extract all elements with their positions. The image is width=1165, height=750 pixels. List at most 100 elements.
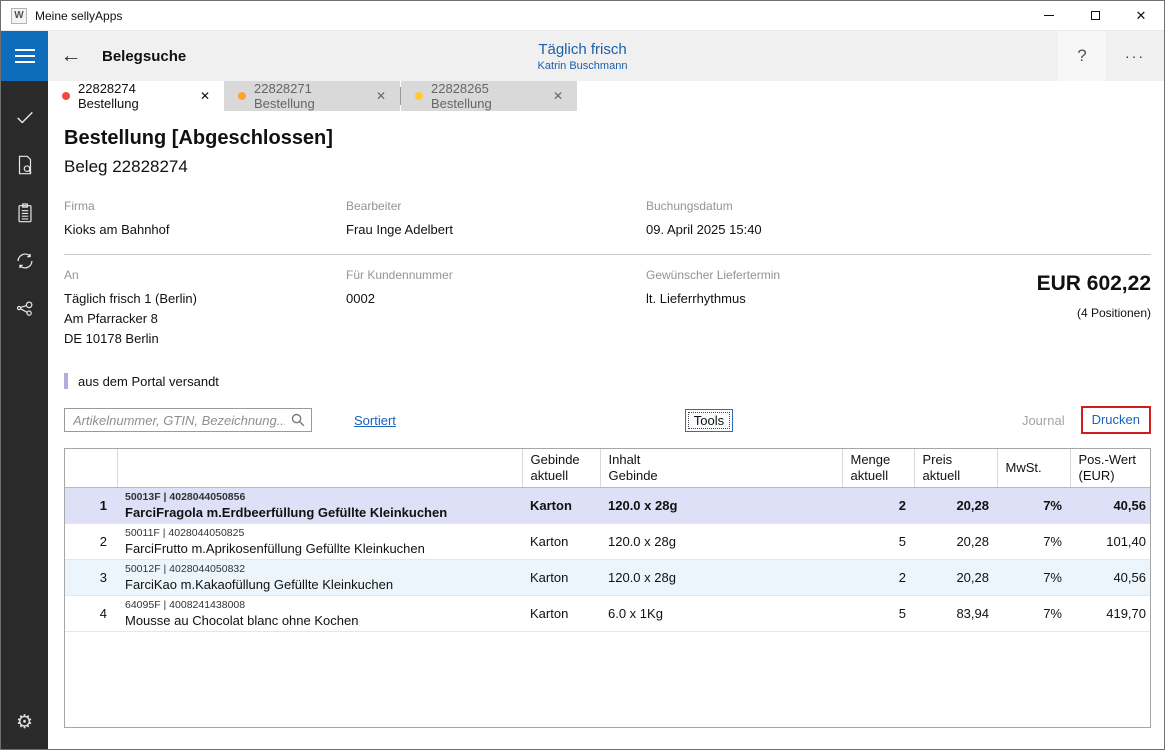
tab-label: 22828274 Bestellung [78, 81, 196, 111]
close-icon: ✕ [1136, 9, 1147, 22]
help-button[interactable]: ? [1058, 31, 1106, 81]
address-line: Am Pfarracker 8 [64, 309, 346, 329]
table-header-row: Gebinde aktuell Inhalt Gebinde Menge akt… [65, 449, 1151, 488]
sidebar-item-settings[interactable]: ⚙ [1, 703, 48, 750]
app-title: Meine sellyApps [35, 9, 122, 23]
drucken-highlight-box[interactable]: Drucken [1081, 406, 1151, 434]
article-toolbar: Sortiert Tools Journal Drucken [64, 407, 1151, 433]
badge-text: aus dem Portal versandt [78, 374, 219, 389]
minimize-button[interactable] [1026, 1, 1072, 30]
portal-badge: aus dem Portal versandt [64, 373, 1151, 389]
tab-bestellung-22828271[interactable]: 22828271 Bestellung ✕ [224, 81, 400, 111]
order-total-block: EUR 602,22 (4 Positionen) [941, 268, 1151, 349]
header-customer-block: Täglich frisch Katrin Buschmann [538, 31, 628, 81]
window-controls: ✕ [1026, 1, 1164, 30]
sidebar: ⚙ [1, 81, 48, 750]
journal-button[interactable]: Journal [1022, 413, 1065, 428]
back-button[interactable]: ← [48, 31, 94, 81]
fields-row-2: An Täglich frisch 1 (Berlin) Am Pfarrack… [64, 268, 941, 349]
mwst-cell: 7% [997, 596, 1070, 632]
gebinde-cell: Karton [522, 488, 600, 524]
app-header: ← Belegsuche Täglich frisch Katrin Busch… [1, 31, 1164, 81]
badge-bar-icon [64, 373, 68, 389]
wert-cell: 40,56 [1070, 560, 1151, 596]
article-cell: 64095F | 4008241438008 Mousse au Chocola… [117, 596, 522, 632]
search-icon [290, 412, 306, 433]
table-row[interactable]: 1 50013F | 4028044050856 FarciFragola m.… [65, 488, 1151, 524]
tab-bestellung-22828274[interactable]: 22828274 Bestellung ✕ [48, 81, 224, 111]
field-value: Frau Inge Adelbert [346, 220, 646, 240]
tab-bar: 22828274 Bestellung ✕ 22828271 Bestellun… [48, 81, 1164, 111]
tab-close-icon[interactable]: ✕ [372, 89, 390, 103]
tab-label: 22828265 Bestellung [431, 81, 549, 111]
inhalt-cell: 120.0 x 28g [600, 524, 842, 560]
wert-cell: 40,56 [1070, 488, 1151, 524]
customer-name: Täglich frisch [538, 41, 626, 58]
table-row[interactable]: 3 50012F | 4028044050832 FarciKao m.Kaka… [65, 560, 1151, 596]
menge-cell: 2 [842, 488, 914, 524]
field-label: Bearbeiter [346, 199, 646, 213]
maximize-icon [1091, 11, 1100, 20]
clipboard-icon [14, 202, 36, 224]
hamburger-menu-button[interactable] [1, 31, 48, 81]
article-cell: 50013F | 4028044050856 FarciFragola m.Er… [117, 488, 522, 524]
tools-button[interactable]: Tools [685, 409, 733, 432]
article-name: FarciFragola m.Erdbeerfüllung Gefüllte K… [125, 504, 514, 521]
drucken-button[interactable]: Drucken [1092, 412, 1140, 427]
table-row[interactable]: 2 50011F | 4028044050825 FarciFrutto m.A… [65, 524, 1151, 560]
menge-cell: 5 [842, 524, 914, 560]
app-logo-icon: W [11, 8, 27, 24]
back-arrow-icon: ← [61, 44, 82, 68]
article-name: Mousse au Chocolat blanc ohne Kochen [125, 612, 514, 629]
menge-cell: 2 [842, 560, 914, 596]
close-button[interactable]: ✕ [1118, 1, 1164, 30]
gebinde-cell: Karton [522, 596, 600, 632]
sidebar-item-document-search[interactable] [1, 141, 48, 189]
more-options-button[interactable]: ··· [1106, 31, 1164, 81]
tab-status-dot [415, 92, 423, 100]
col-row-number [65, 449, 117, 488]
tab-close-icon[interactable]: ✕ [549, 89, 567, 103]
menge-cell: 5 [842, 596, 914, 632]
article-code: 50013F | 4028044050856 [125, 491, 514, 504]
header-actions: ? ··· [1058, 31, 1164, 81]
preis-cell: 20,28 [914, 560, 997, 596]
col-pos-wert: Pos.-Wert (EUR) [1070, 449, 1151, 488]
field-value: Kioks am Bahnhof [64, 220, 346, 240]
col-article [117, 449, 522, 488]
sidebar-item-clipboard[interactable] [1, 189, 48, 237]
table-row[interactable]: 4 64095F | 4008241438008 Mousse au Choco… [65, 596, 1151, 632]
field-kundennummer: Für Kundennummer 0002 [346, 268, 646, 349]
article-cell: 50011F | 4028044050825 FarciFrutto m.Apr… [117, 524, 522, 560]
article-code: 50011F | 4028044050825 [125, 527, 514, 540]
article-code: 64095F | 4008241438008 [125, 599, 514, 612]
wert-cell: 101,40 [1070, 524, 1151, 560]
col-inhalt: Inhalt Gebinde [600, 449, 842, 488]
field-liefertermin: Gewünscher Liefertermin lt. Lieferrhythm… [646, 268, 941, 349]
gebinde-cell: Karton [522, 524, 600, 560]
gebinde-cell: Karton [522, 560, 600, 596]
tab-close-icon[interactable]: ✕ [196, 89, 214, 103]
article-cell: 50012F | 4028044050832 FarciKao m.Kakaof… [117, 560, 522, 596]
tab-bestellung-22828265[interactable]: 22828265 Bestellung ✕ [401, 81, 577, 111]
positions-table: Gebinde aktuell Inhalt Gebinde Menge akt… [64, 448, 1151, 728]
inhalt-cell: 120.0 x 28g [600, 488, 842, 524]
main-area: 22828274 Bestellung ✕ 22828271 Bestellun… [48, 81, 1164, 750]
maximize-button[interactable] [1072, 1, 1118, 30]
sidebar-item-sync[interactable] [1, 237, 48, 285]
positions-count: (4 Positionen) [941, 306, 1151, 320]
document-number: Beleg 22828274 [64, 157, 1151, 177]
sidebar-item-tasks[interactable] [1, 93, 48, 141]
sidebar-item-share[interactable] [1, 285, 48, 333]
row-number: 4 [65, 596, 117, 632]
wert-cell: 419,70 [1070, 596, 1151, 632]
hamburger-icon [15, 49, 35, 51]
app-window: W Meine sellyApps ✕ ← Belegsuche Täglich… [0, 0, 1165, 750]
minimize-icon [1044, 15, 1054, 16]
search-input[interactable] [64, 408, 312, 432]
field-buchungsdatum: Buchungsdatum 09. April 2025 15:40 [646, 199, 1151, 240]
col-mwst: MwSt. [997, 449, 1070, 488]
field-label: Gewünscher Liefertermin [646, 268, 941, 282]
sortiert-link[interactable]: Sortiert [354, 413, 396, 428]
user-name: Katrin Buschmann [538, 60, 628, 72]
